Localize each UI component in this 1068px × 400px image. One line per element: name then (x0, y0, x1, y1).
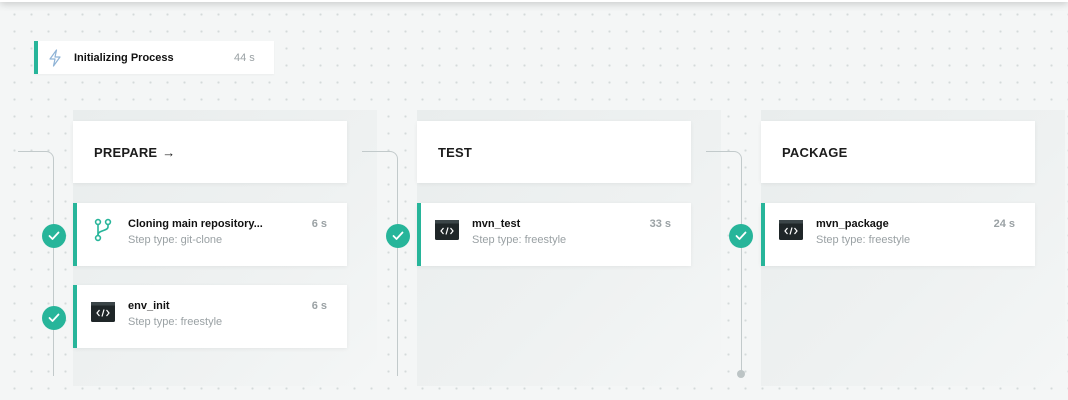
step-duration: 24 s (993, 218, 1015, 230)
stage-label: PREPARE (94, 144, 158, 160)
step-card-cloning[interactable]: Cloning main repository... Step type: gi… (73, 203, 347, 266)
top-bar-shadow (0, 0, 1068, 2)
timeline-test (397, 159, 398, 376)
timeline-end-dot (737, 370, 745, 378)
lightning-icon (49, 48, 61, 67)
init-duration: 44 s (234, 51, 255, 64)
stage-label: TEST (438, 144, 473, 160)
step-name: Cloning main repository... (128, 218, 263, 230)
stage-header-test[interactable]: TEST (417, 121, 691, 183)
timeline-package (741, 159, 742, 373)
step-duration: 6 s (311, 218, 327, 230)
status-success-icon (386, 224, 410, 248)
step-type: Step type: freestyle (128, 316, 223, 328)
initializing-process-card[interactable]: Initializing Process 44 s (34, 41, 274, 74)
arrow-right-icon: → (162, 144, 176, 160)
step-card-mvn-test[interactable]: mvn_test Step type: freestyle 33 s (417, 203, 691, 266)
code-terminal-icon (779, 219, 803, 241)
status-success-icon (729, 224, 753, 248)
step-card-env-init[interactable]: env_init Step type: freestyle 6 s (73, 285, 347, 348)
step-name: mvn_package (816, 218, 889, 230)
connector-package (706, 151, 742, 181)
timeline-prepare (53, 159, 54, 376)
step-name: env_init (128, 300, 170, 312)
stage-label: PACKAGE (782, 144, 848, 160)
connector-prepare (18, 151, 54, 181)
step-type: Step type: freestyle (472, 234, 567, 246)
step-type: Step type: git-clone (128, 234, 223, 246)
stage-header-package[interactable]: PACKAGE (761, 121, 1035, 183)
step-name: mvn_test (472, 218, 521, 230)
step-type: Step type: freestyle (816, 234, 911, 246)
code-terminal-icon (435, 219, 459, 241)
stage-header-prepare[interactable]: PREPARE → (73, 121, 347, 183)
step-duration: 33 s (649, 218, 671, 230)
status-success-icon (42, 224, 66, 248)
status-success-icon (42, 306, 66, 330)
step-card-mvn-package[interactable]: mvn_package Step type: freestyle 24 s (761, 203, 1035, 266)
step-duration: 6 s (311, 300, 327, 312)
code-terminal-icon (91, 301, 115, 323)
init-title: Initializing Process (74, 51, 174, 64)
connector-test (362, 151, 398, 181)
git-branch-icon (91, 218, 115, 242)
